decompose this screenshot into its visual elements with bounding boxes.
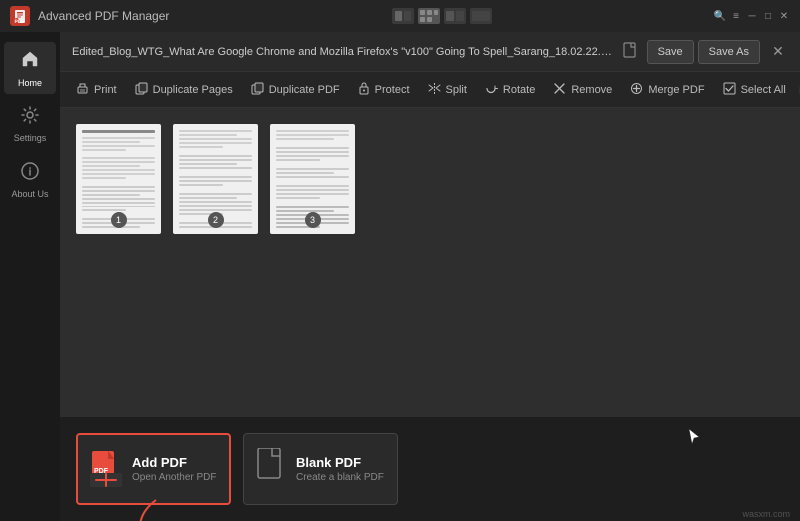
duplicate-pdf-icon <box>251 82 264 98</box>
pdf-page-2[interactable]: 2 <box>173 124 258 234</box>
remove-button[interactable]: Remove <box>545 76 620 104</box>
sidebar-settings-label: Settings <box>14 133 47 143</box>
merge-pdf-label: Merge PDF <box>648 84 704 96</box>
sidebar-item-home[interactable]: Home <box>4 42 56 94</box>
minimize-button[interactable]: ─ <box>746 10 758 22</box>
split-icon <box>428 82 441 98</box>
remove-label: Remove <box>571 84 612 96</box>
app-title: Advanced PDF Manager <box>38 9 169 23</box>
rotate-button[interactable]: Rotate <box>477 76 543 104</box>
split-button[interactable]: Split <box>420 76 475 104</box>
remove-icon <box>553 82 566 98</box>
toolbar-more-button[interactable]: ▸ <box>796 81 800 98</box>
app-icon: PDF <box>10 6 30 26</box>
blank-pdf-subtitle: Create a blank PDF <box>296 472 384 483</box>
pdf-viewer[interactable]: 1 <box>60 108 800 417</box>
add-pdf-subtitle: Open Another PDF <box>132 472 217 483</box>
sidebar-home-label: Home <box>18 78 42 88</box>
protect-label: Protect <box>375 84 410 96</box>
menu-icon[interactable]: ≡ <box>730 10 742 22</box>
protect-button[interactable]: Protect <box>350 76 418 104</box>
split-label: Split <box>446 84 467 96</box>
print-button[interactable]: Print <box>68 76 125 104</box>
blank-pdf-title: Blank PDF <box>296 455 384 470</box>
duplicate-pages-button[interactable]: Duplicate Pages <box>127 76 241 104</box>
cursor-indicator <box>688 428 700 451</box>
view-btn-2[interactable] <box>418 8 440 24</box>
view-controls <box>392 8 492 24</box>
search-titlebar-icon[interactable]: 🔍 <box>714 10 726 22</box>
blank-pdf-text: Blank PDF Create a blank PDF <box>296 455 384 483</box>
blank-pdf-card[interactable]: Blank PDF Create a blank PDF <box>243 433 398 505</box>
duplicate-pages-icon <box>135 82 148 98</box>
action-area: PDF Add PDF Open Another PDF <box>60 417 800 521</box>
view-btn-3[interactable] <box>444 8 466 24</box>
save-as-button[interactable]: Save As <box>698 40 760 64</box>
select-all-button[interactable]: Select All <box>715 76 794 104</box>
add-pdf-title: Add PDF <box>132 455 217 470</box>
close-button[interactable]: ✕ <box>778 10 790 22</box>
add-pdf-icon: PDF <box>90 451 122 487</box>
main-layout: Home Settings About Us <box>0 32 800 521</box>
duplicate-pdf-button[interactable]: Duplicate PDF <box>243 76 348 104</box>
window-controls: 🔍 ≡ ─ □ ✕ <box>714 10 790 22</box>
sidebar-about-label: About Us <box>11 189 48 199</box>
sidebar: Home Settings About Us <box>0 32 60 521</box>
header-actions: Save Save As <box>647 40 760 64</box>
page-number-3: 3 <box>305 212 321 228</box>
rotate-label: Rotate <box>503 84 535 96</box>
page-thumb-3: 3 <box>270 124 355 234</box>
merge-pdf-button[interactable]: Merge PDF <box>622 76 712 104</box>
view-btn-1[interactable] <box>392 8 414 24</box>
view-btn-4[interactable] <box>470 8 492 24</box>
home-icon <box>20 49 40 74</box>
info-icon <box>21 162 39 185</box>
add-pdf-wrapper: PDF Add PDF Open Another PDF <box>76 433 231 505</box>
page-thumb-1: 1 <box>76 124 161 234</box>
print-label: Print <box>94 84 117 96</box>
page-number-1: 1 <box>111 212 127 228</box>
pdf-page-1[interactable]: 1 <box>76 124 161 234</box>
maximize-button[interactable]: □ <box>762 10 774 22</box>
sidebar-item-about[interactable]: About Us <box>4 154 56 206</box>
arrow-annotation <box>126 495 186 521</box>
add-pdf-text: Add PDF Open Another PDF <box>132 455 217 483</box>
protect-icon <box>358 82 370 98</box>
merge-pdf-icon <box>630 82 643 98</box>
sidebar-item-settings[interactable]: Settings <box>4 98 56 150</box>
rotate-icon <box>485 82 498 98</box>
file-type-icon <box>623 42 639 61</box>
file-name: Edited_Blog_WTG_What Are Google Chrome a… <box>72 46 615 58</box>
duplicate-pdf-label: Duplicate PDF <box>269 84 340 96</box>
pdf-pages: 1 <box>76 124 784 234</box>
select-all-icon <box>723 82 736 98</box>
blank-pdf-icon <box>256 448 286 491</box>
settings-icon <box>21 106 39 129</box>
toolbar: Print Duplicate Pages Du <box>60 72 800 108</box>
titlebar-left: PDF Advanced PDF Manager <box>10 6 169 26</box>
file-header: Edited_Blog_WTG_What Are Google Chrome a… <box>60 32 800 72</box>
watermark: wasxm.com <box>742 509 790 519</box>
save-button[interactable]: Save <box>647 40 694 64</box>
page-thumb-2: 2 <box>173 124 258 234</box>
titlebar: PDF Advanced PDF Manager 🔍 ≡ ─ □ ✕ <box>0 0 800 32</box>
close-file-button[interactable]: ✕ <box>768 42 788 62</box>
print-icon <box>76 82 89 98</box>
duplicate-pages-label: Duplicate Pages <box>153 84 233 96</box>
svg-text:PDF: PDF <box>15 20 25 24</box>
page-number-2: 2 <box>208 212 224 228</box>
content-area: Edited_Blog_WTG_What Are Google Chrome a… <box>60 32 800 521</box>
select-all-label: Select All <box>741 84 786 96</box>
pdf-page-3[interactable]: 3 <box>270 124 355 234</box>
